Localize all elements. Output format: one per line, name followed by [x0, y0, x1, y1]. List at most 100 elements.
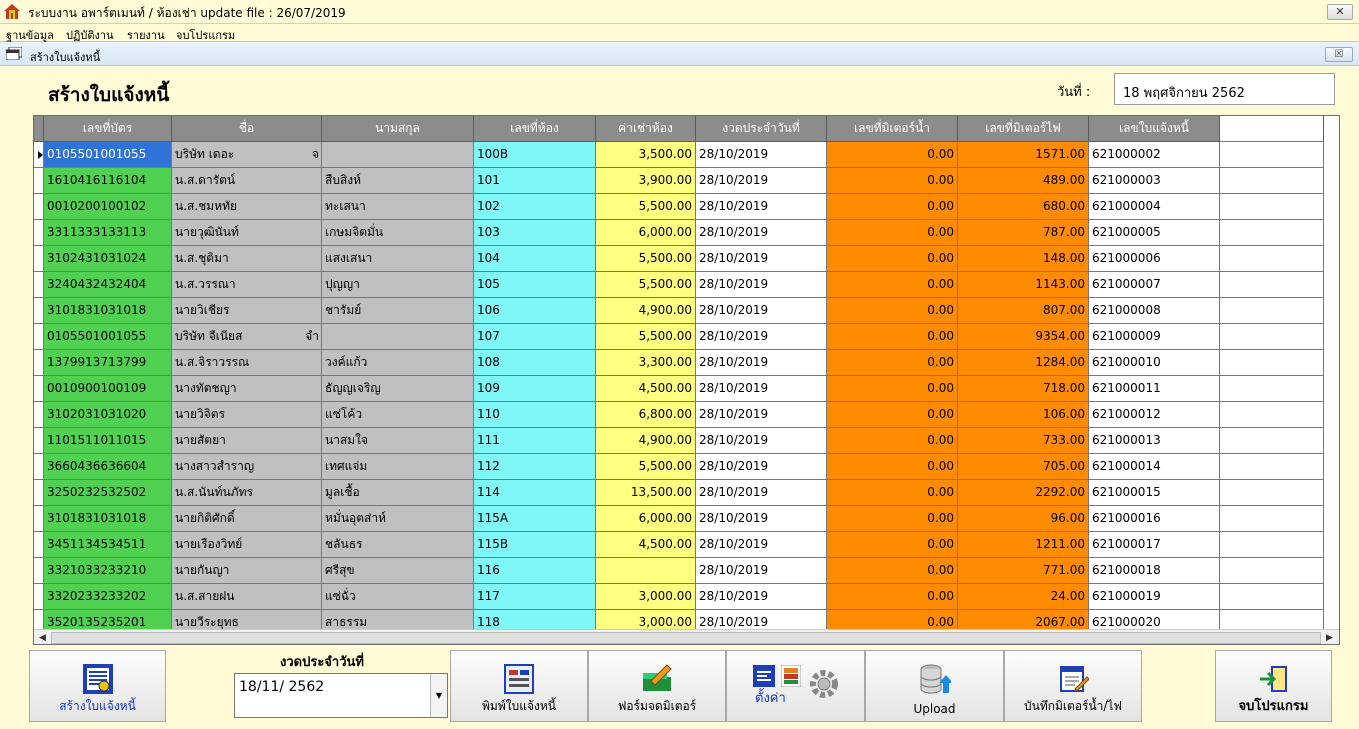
cell-water-meter[interactable]: 0.00	[827, 324, 958, 350]
scroll-right-icon[interactable]: ▶	[1321, 630, 1338, 644]
cell-due-date[interactable]: 28/10/2019	[696, 246, 827, 272]
cell-card-number[interactable]: 3320233233202	[44, 584, 172, 610]
cell-room-rent[interactable]: 5,500.00	[596, 272, 696, 298]
cell-card-number[interactable]: 1101511011015	[44, 428, 172, 454]
cell-surname[interactable]: ปุญญา	[322, 272, 474, 298]
cell-invoice-number[interactable]: 621000017	[1089, 532, 1220, 558]
cell-electric-meter[interactable]: 787.00	[958, 220, 1089, 246]
cell-invoice-number[interactable]: 621000003	[1089, 168, 1220, 194]
table-row[interactable]: 3240432432404 น.ส.วรรณา ปุญญา 105 5,500.00 28…	[34, 272, 1324, 298]
cell-room-number[interactable]: 100B	[474, 142, 596, 168]
cell-due-date[interactable]: 28/10/2019	[696, 480, 827, 506]
chevron-down-icon[interactable]: ▼	[430, 674, 447, 717]
table-row[interactable]: 3102431031024 น.ส.ชุติมา แสงเสนา 104 5,500.0…	[34, 246, 1324, 272]
cell-water-meter[interactable]: 0.00	[827, 298, 958, 324]
date-field[interactable]: 18 พฤศจิกายน 2562	[1114, 73, 1335, 105]
row-indicator[interactable]	[34, 272, 44, 298]
cell-card-number[interactable]: 3311333133113	[44, 220, 172, 246]
row-indicator[interactable]	[34, 298, 44, 324]
table-row[interactable]: 3101831031018 นายกิติศักดิ์ หมั่นอุตส่าห์ 1…	[34, 506, 1324, 532]
cell-card-number[interactable]: 3250232532502	[44, 480, 172, 506]
cell-room-number[interactable]: 102	[474, 194, 596, 220]
cell-surname[interactable]: สืบสิงห์	[322, 168, 474, 194]
cell-surname[interactable]: นาสมใจ	[322, 428, 474, 454]
cell-due-date[interactable]: 28/10/2019	[696, 298, 827, 324]
cell-electric-meter[interactable]: 1143.00	[958, 272, 1089, 298]
cell-room-rent[interactable]: 13,500.00	[596, 480, 696, 506]
cell-invoice-number[interactable]: 621000005	[1089, 220, 1220, 246]
cell-invoice-number[interactable]: 621000008	[1089, 298, 1220, 324]
cell-invoice-number[interactable]: 621000019	[1089, 584, 1220, 610]
column-header-due-date[interactable]: งวดประจำวันที่	[696, 116, 827, 142]
table-row[interactable]: 0010900100109 นางทัตชญา ธัญญเจริญ 109 4,500.…	[34, 376, 1324, 402]
cell-room-number[interactable]: 115A	[474, 506, 596, 532]
cell-first-name[interactable]: น.ส.ดารัตน์	[172, 168, 322, 194]
cell-room-number[interactable]: 112	[474, 454, 596, 480]
cell-surname[interactable]: เทศแจ่ม	[322, 454, 474, 480]
period-select[interactable]: 18/11/ 2562 ▼	[234, 673, 448, 718]
column-header-water-meter[interactable]: เลขที่มิเตอร์น้ำ	[827, 116, 958, 142]
cell-water-meter[interactable]: 0.00	[827, 480, 958, 506]
cell-first-name[interactable]: นางทัตชญา	[172, 376, 322, 402]
cell-room-rent[interactable]: 5,500.00	[596, 324, 696, 350]
cell-electric-meter[interactable]: 148.00	[958, 246, 1089, 272]
cell-room-rent[interactable]: 3,500.00	[596, 142, 696, 168]
scroll-left-icon[interactable]: ◀	[34, 630, 51, 644]
row-indicator[interactable]	[34, 428, 44, 454]
table-row[interactable]: 3451134534511 นายเรืองวิทย์ ชลันธร 115B 4,50…	[34, 532, 1324, 558]
cell-electric-meter[interactable]: 1284.00	[958, 350, 1089, 376]
row-indicator[interactable]	[34, 142, 44, 168]
column-header-room-number[interactable]: เลขที่ห้อง	[474, 116, 596, 142]
table-row[interactable]: 3320233233202 น.ส.สายฝน แซ่ฉั่ว 117 3,000.00…	[34, 584, 1324, 610]
cell-first-name[interactable]: นายวิเชียร	[172, 298, 322, 324]
record-meter-button[interactable]: บันทึกมิเตอร์น้ำ/ไฟ	[1004, 650, 1142, 722]
cell-water-meter[interactable]: 0.00	[827, 194, 958, 220]
table-row[interactable]: 0010200100102 น.ส.ชมหทัย ทะเสนา 102 5,500.00…	[34, 194, 1324, 220]
column-header-card-number[interactable]: เลขที่บัตร	[44, 116, 172, 142]
table-row[interactable]: 0105501001055 บริษัท เดอะ จ 100B 3,500.00 28/…	[34, 142, 1324, 168]
row-indicator[interactable]	[34, 402, 44, 428]
cell-room-rent[interactable]: 6,000.00	[596, 220, 696, 246]
cell-room-number[interactable]: 110	[474, 402, 596, 428]
cell-card-number[interactable]: 3101831031018	[44, 298, 172, 324]
cell-surname[interactable]: ทะเสนา	[322, 194, 474, 220]
cell-surname[interactable]: แซ่ฉั่ว	[322, 584, 474, 610]
cell-surname[interactable]: แซ่โค้ว	[322, 402, 474, 428]
cell-first-name[interactable]: นางสาวสำราญ	[172, 454, 322, 480]
cell-card-number[interactable]: 3660436636604	[44, 454, 172, 480]
cell-invoice-number[interactable]: 621000015	[1089, 480, 1220, 506]
cell-invoice-number[interactable]: 621000007	[1089, 272, 1220, 298]
cell-room-rent[interactable]: 3,900.00	[596, 168, 696, 194]
cell-invoice-number[interactable]: 621000010	[1089, 350, 1220, 376]
cell-surname[interactable]: เกษมจิตมั่น	[322, 220, 474, 246]
cell-card-number[interactable]: 3451134534511	[44, 532, 172, 558]
cell-water-meter[interactable]: 0.00	[827, 246, 958, 272]
cell-first-name[interactable]: น.ส.ชมหทัย	[172, 194, 322, 220]
cell-room-number[interactable]: 108	[474, 350, 596, 376]
row-indicator[interactable]	[34, 246, 44, 272]
cell-room-rent[interactable]: 5,500.00	[596, 246, 696, 272]
cell-due-date[interactable]: 28/10/2019	[696, 428, 827, 454]
cell-surname[interactable]: ธัญญเจริญ	[322, 376, 474, 402]
table-row[interactable]: 1101511011015 นายสัตยา นาสมใจ 111 4,900.00 28…	[34, 428, 1324, 454]
cell-due-date[interactable]: 28/10/2019	[696, 194, 827, 220]
cell-room-number[interactable]: 114	[474, 480, 596, 506]
cell-surname[interactable]: หมั่นอุตส่าห์	[322, 506, 474, 532]
cell-room-number[interactable]: 111	[474, 428, 596, 454]
table-row[interactable]: 3101831031018 นายวิเชียร ชารัมย์ 106 4,900.0…	[34, 298, 1324, 324]
cell-electric-meter[interactable]: 106.00	[958, 402, 1089, 428]
cell-card-number[interactable]: 0010200100102	[44, 194, 172, 220]
column-header-room-rent[interactable]: ค่าเช่าห้อง	[596, 116, 696, 142]
cell-due-date[interactable]: 28/10/2019	[696, 168, 827, 194]
cell-room-rent[interactable]: 4,500.00	[596, 376, 696, 402]
cell-invoice-number[interactable]: 621000009	[1089, 324, 1220, 350]
cell-first-name[interactable]: นายเรืองวิทย์	[172, 532, 322, 558]
cell-card-number[interactable]: 0010900100109	[44, 376, 172, 402]
cell-room-rent[interactable]: 5,500.00	[596, 194, 696, 220]
cell-room-number[interactable]: 104	[474, 246, 596, 272]
cell-due-date[interactable]: 28/10/2019	[696, 376, 827, 402]
cell-room-number[interactable]: 106	[474, 298, 596, 324]
cell-first-name[interactable]: น.ส.สายฝน	[172, 584, 322, 610]
table-row[interactable]: 0105501001055 บริษัท จีเนียส จำ 107 5,500.00…	[34, 324, 1324, 350]
cell-due-date[interactable]: 28/10/2019	[696, 142, 827, 168]
